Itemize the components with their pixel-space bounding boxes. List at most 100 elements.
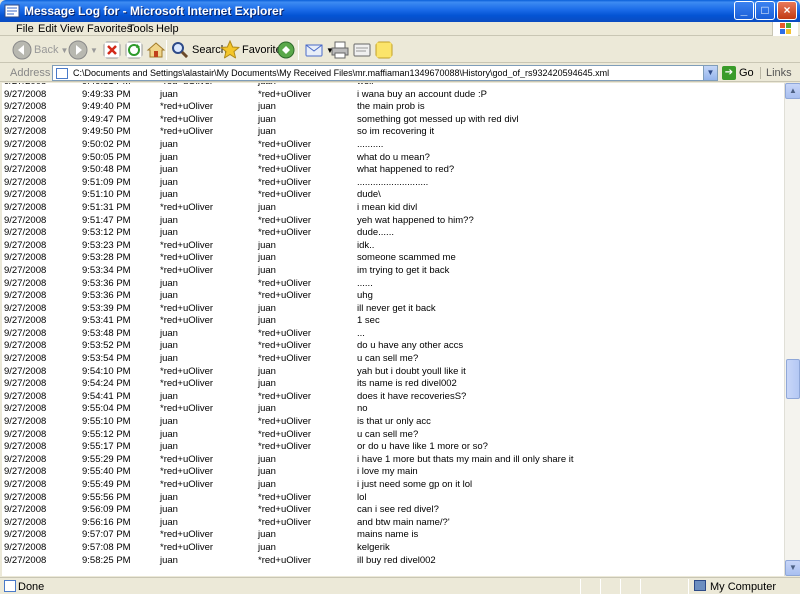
log-cell-msg: what do u mean? [357,151,430,163]
forward-button[interactable]: ▼ [68,40,98,60]
log-cell-time: 9:53:23 PM [82,239,131,251]
address-dropdown-icon[interactable]: ▼ [703,66,717,80]
log-cell-to: *red+uOliver [258,428,312,440]
log-cell-date: 9/27/2008 [4,126,47,138]
go-arrow-icon: ➔ [722,66,736,80]
log-row: 9/27/2008 9:51:47 PM juan *red+uOliver yeh w… [2,215,784,228]
log-cell-to: juan [258,239,276,251]
discuss-button[interactable] [374,40,394,60]
log-cell-msg: do u have any other accs [357,340,464,352]
log-cell-to: *red+uOliver [258,516,312,528]
log-cell-from: juan [160,340,178,352]
log-cell-date: 9/27/2008 [4,529,47,541]
minimize-button[interactable]: _ [734,1,754,20]
forward-dropdown-icon[interactable]: ▼ [90,46,98,55]
log-row: 9/27/2008 9:53:41 PM *red+uOliver juan 1 sec [2,315,784,328]
vertical-scrollbar[interactable]: ▲ ▼ [784,83,800,576]
log-cell-from: juan [160,88,178,100]
address-input[interactable]: C:\Documents and Settings\alastair\My Do… [52,65,718,81]
log-cell-msg: yeh wat happened to him?? [357,214,474,226]
log-cell-date: 9/27/2008 [4,327,47,339]
log-row: 9/27/2008 9:53:12 PM juan *red+uOliver dude.… [2,227,784,240]
log-cell-from: juan [160,214,178,226]
log-row: 9/27/2008 9:58:25 PM juan *red+uOliver ill b… [2,555,784,568]
log-cell-time: 9:53:28 PM [82,252,131,264]
log-cell-time: 9:53:36 PM [82,277,131,289]
log-cell-time: 9:54:24 PM [82,378,131,390]
search-button[interactable]: Search [170,40,227,60]
log-cell-to: juan [258,453,276,465]
log-cell-to: juan [258,365,276,377]
log-cell-to: juan [258,403,276,415]
links-button[interactable]: Links [760,67,792,79]
log-cell-date: 9/27/2008 [4,491,47,503]
scroll-thumb[interactable] [786,359,800,399]
forward-arrow-icon [68,40,88,60]
log-cell-msg: ill buy red divel002 [357,554,436,566]
log-cell-from: *red+uOliver [160,365,214,377]
scroll-up-icon[interactable]: ▲ [785,83,800,99]
log-cell-from: *red+uOliver [160,264,214,276]
log-cell-to: *red+uOliver [258,390,312,402]
favorites-star-icon [220,40,240,60]
log-cell-to: juan [258,113,276,125]
print-button[interactable] [330,40,350,60]
page-icon [56,68,68,79]
close-button[interactable]: × [777,1,797,20]
log-cell-from: juan [160,516,178,528]
log-cell-from: juan [160,176,178,188]
maximize-button[interactable]: □ [755,1,775,20]
log-cell-time: 9:53:41 PM [82,315,131,327]
edit-page-icon [353,43,371,57]
scroll-down-icon[interactable]: ▼ [785,560,800,576]
menu-help[interactable]: Help [156,23,179,35]
printer-icon [331,41,349,59]
log-cell-msg: i love my main [357,466,418,478]
log-cell-time: 9:55:17 PM [82,441,131,453]
media-button[interactable] [276,40,296,60]
log-cell-date: 9/27/2008 [4,113,47,125]
log-cell-from: juan [160,390,178,402]
menu-edit[interactable]: Edit [38,23,57,35]
stop-button[interactable] [102,40,122,60]
log-cell-time: 9:53:39 PM [82,302,131,314]
home-icon [146,42,166,58]
log-cell-from: *red+uOliver [160,302,214,314]
log-cell-time: 9:53:48 PM [82,327,131,339]
log-cell-date: 9/27/2008 [4,252,47,264]
log-cell-time: 9:55:29 PM [82,453,131,465]
log-cell-msg: can i see red divel? [357,504,439,516]
menu-favorites[interactable]: Favorites [87,23,132,35]
title-bar[interactable]: Message Log for - Microsoft Internet Exp… [0,0,800,22]
log-cell-to: *red+uOliver [258,164,312,176]
log-cell-time: 9:50:05 PM [82,151,131,163]
menu-file[interactable]: File [16,23,34,35]
security-zone: My Computer [710,581,777,593]
home-button[interactable] [146,40,166,60]
log-row: 9/27/2008 9:49:33 PM juan *red+uOliver i wan… [2,89,784,102]
back-button[interactable]: Back ▼ [12,40,68,60]
menu-view[interactable]: View [60,23,84,35]
log-cell-msg: .......... [357,138,384,150]
log-cell-msg: the main prob is [357,101,425,113]
log-cell-from: *red+uOliver [160,126,214,138]
log-cell-to: *red+uOliver [258,416,312,428]
log-cell-date: 9/27/2008 [4,201,47,213]
message-log-content: 9/27/20089:49:31 PM*red+uOliverjuanwell9… [2,83,784,576]
log-cell-msg: i just need some gp on it lol [357,479,473,490]
refresh-button[interactable] [124,40,144,60]
go-button[interactable]: ➔ Go [722,66,754,80]
log-cell-msg: and btw main name/?' [357,516,450,528]
log-cell-to: juan [258,302,276,314]
edit-button[interactable] [352,40,372,60]
log-row: 9/27/2008 9:55:49 PM *red+uOliver juan i jus… [2,479,784,492]
log-cell-msg: dude\ [357,189,381,201]
log-cell-time: 9:55:12 PM [82,428,131,440]
sticky-note-icon [375,41,393,59]
log-cell-time: 9:55:49 PM [82,479,131,490]
menu-tools[interactable]: Tools [128,23,154,35]
log-cell-to: *red+uOliver [258,138,312,150]
log-row: 9/27/2008 9:55:56 PM juan *red+uOliver lol [2,492,784,505]
log-row: 9/27/2008 9:57:07 PM *red+uOliver juan mains… [2,529,784,542]
log-row: 9/27/2008 9:56:09 PM juan *red+uOliver can i… [2,504,784,517]
